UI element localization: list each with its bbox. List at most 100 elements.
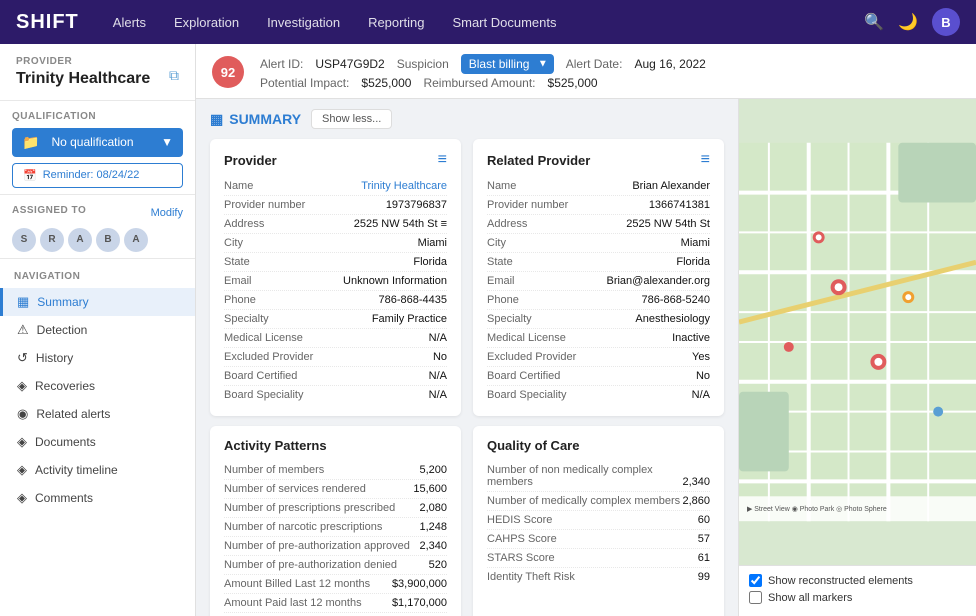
- dropdown-arrow-icon: ▼: [161, 135, 173, 149]
- provider-card-title: Provider ≡: [224, 151, 447, 169]
- related-provider-card-title: Related Provider ≡: [487, 151, 710, 169]
- provider-state-label: State: [224, 256, 250, 268]
- rp-specialty-value: Anesthesiology: [635, 313, 710, 325]
- show-all-markers-row: Show all markers: [749, 591, 966, 604]
- avatar-a2: A: [124, 228, 148, 252]
- reminder-button[interactable]: 📅 Reminder: 08/24/22: [12, 163, 183, 188]
- history-icon: ↺: [17, 350, 28, 366]
- related-alerts-icon: ◉: [17, 406, 28, 422]
- show-less-button[interactable]: Show less...: [311, 109, 392, 129]
- rp-excluded-value: Yes: [692, 351, 710, 363]
- provider-specialty-row: Specialty Family Practice: [224, 310, 447, 329]
- sidebar-item-label-summary: Summary: [37, 295, 88, 309]
- provider-phone-row: Phone 786-868-4435: [224, 291, 447, 310]
- related-provider-card: Related Provider ≡ Name Brian Alexander …: [473, 139, 724, 416]
- avatar-a1: A: [68, 228, 92, 252]
- suspicion-select[interactable]: Blast billing: [461, 54, 554, 74]
- sidebar-item-history[interactable]: ↺ History: [0, 344, 195, 372]
- rp-specialty-label: Specialty: [487, 313, 532, 325]
- search-button[interactable]: 🔍: [864, 12, 884, 32]
- provider-city-value: Miami: [418, 237, 447, 249]
- sidebar-item-label-recoveries: Recoveries: [35, 379, 95, 393]
- rp-medical-license-row: Medical License Inactive: [487, 329, 710, 348]
- sidebar: PROVIDER Trinity Healthcare ⧉ QUALIFICAT…: [0, 44, 196, 616]
- sidebar-item-summary[interactable]: ▦ Summary: [0, 288, 195, 316]
- provider-board-specialty-row: Board Speciality N/A: [224, 386, 447, 404]
- comments-icon: ◈: [17, 490, 27, 506]
- avatar-s: S: [12, 228, 36, 252]
- provider-number-label: Provider number: [224, 199, 305, 211]
- sidebar-item-documents[interactable]: ◈ Documents: [0, 428, 195, 456]
- copy-icon[interactable]: ⧉: [169, 67, 179, 84]
- user-avatar[interactable]: B: [932, 8, 960, 36]
- qualification-button[interactable]: 📁 No qualification ▼: [12, 128, 183, 157]
- provider-name-label: Name: [224, 180, 253, 192]
- nav-exploration[interactable]: Exploration: [172, 11, 241, 34]
- provider-address-label: Address: [224, 218, 264, 230]
- provider-board-specialty-label: Board Speciality: [224, 389, 304, 401]
- ap-narcotic-label: Number of narcotic prescriptions: [224, 521, 382, 533]
- alert-id-label: Alert ID:: [260, 57, 303, 71]
- rp-board-specialty-value: N/A: [692, 389, 710, 401]
- suspicion-wrapper: Blast billing ▼: [461, 54, 554, 74]
- sidebar-item-activity-timeline[interactable]: ◈ Activity timeline: [0, 456, 195, 484]
- modify-link[interactable]: Modify: [151, 207, 183, 219]
- navigation-section: NAVIGATION ▦ Summary ⚠ Detection ↺ Histo…: [0, 259, 195, 616]
- qual-btn-label: No qualification: [51, 135, 133, 149]
- provider-card-menu-button[interactable]: ≡: [438, 151, 447, 169]
- rp-number-label: Provider number: [487, 199, 568, 211]
- ap-services-row: Number of services rendered 15,600: [224, 480, 447, 499]
- provider-city-label: City: [224, 237, 243, 249]
- provider-number-value: 1973796837: [386, 199, 447, 211]
- sidebar-item-label-history: History: [36, 351, 73, 365]
- show-reconstructed-checkbox[interactable]: [749, 574, 762, 587]
- nav-smart-documents[interactable]: Smart Documents: [450, 11, 558, 34]
- show-reconstructed-row: Show reconstructed elements: [749, 574, 966, 587]
- related-provider-card-menu-button[interactable]: ≡: [701, 151, 710, 169]
- provider-name-value[interactable]: Trinity Healthcare: [361, 180, 447, 192]
- provider-section: PROVIDER Trinity Healthcare ⧉: [0, 44, 195, 101]
- nav-reporting[interactable]: Reporting: [366, 11, 426, 34]
- summary-icon-grid: ▦: [210, 111, 223, 128]
- show-all-markers-checkbox[interactable]: [749, 591, 762, 604]
- provider-specialty-label: Specialty: [224, 313, 269, 325]
- ap-services-value: 15,600: [413, 483, 447, 495]
- nav-investigation[interactable]: Investigation: [265, 11, 342, 34]
- main-layout: PROVIDER Trinity Healthcare ⧉ QUALIFICAT…: [0, 44, 976, 616]
- alert-row-top: Alert ID: USP47G9D2 Suspicion Blast bill…: [260, 54, 706, 74]
- svg-text:▶ Street View ◉ Photo Park ◎: ▶ Street View ◉ Photo Park ◎ Photo Spher…: [747, 506, 887, 513]
- activity-patterns-card: Activity Patterns Number of members 5,20…: [210, 426, 461, 616]
- sidebar-item-recoveries[interactable]: ◈ Recoveries: [0, 372, 195, 400]
- avatar-b: B: [96, 228, 120, 252]
- summary-header: ▦ SUMMARY Show less...: [210, 109, 724, 129]
- sidebar-item-detection[interactable]: ⚠ Detection: [0, 316, 195, 344]
- notifications-button[interactable]: 🌙: [898, 12, 918, 32]
- rp-email-value: Brian@alexander.org: [606, 275, 710, 287]
- top-cards-row: Provider ≡ Name Trinity Healthcare Provi…: [210, 139, 724, 416]
- provider-email-row: Email Unknown Information: [224, 272, 447, 291]
- sidebar-item-related-alerts[interactable]: ◉ Related alerts: [0, 400, 195, 428]
- qoc-identity-theft-value: 99: [698, 571, 710, 583]
- provider-address-value: 2525 NW 54th St ≡: [354, 218, 447, 230]
- ap-preauth-approved-row: Number of pre-authorization approved 2,3…: [224, 537, 447, 556]
- show-all-markers-label: Show all markers: [768, 592, 852, 604]
- ap-prescriptions-label: Number of prescriptions prescribed: [224, 502, 395, 514]
- reminder-label: Reminder: 08/24/22: [43, 169, 140, 181]
- provider-number-row: Provider number 1973796837: [224, 196, 447, 215]
- alert-header: 92 Alert ID: USP47G9D2 Suspicion Blast b…: [196, 44, 976, 99]
- ap-preauth-denied-row: Number of pre-authorization denied 520: [224, 556, 447, 575]
- map-container[interactable]: ▶ Street View ◉ Photo Park ◎ Photo Spher…: [739, 99, 976, 565]
- qualification-section: QUALIFICATION 📁 No qualification ▼ 📅 Rem…: [0, 101, 195, 195]
- rp-board-certified-label: Board Certified: [487, 370, 560, 382]
- provider-medical-license-row: Medical License N/A: [224, 329, 447, 348]
- ap-prescriptions-row: Number of prescriptions prescribed 2,080: [224, 499, 447, 518]
- provider-medical-license-label: Medical License: [224, 332, 303, 344]
- avatar-r: R: [40, 228, 64, 252]
- quality-of-care-title: Quality of Care: [487, 438, 710, 453]
- provider-card: Provider ≡ Name Trinity Healthcare Provi…: [210, 139, 461, 416]
- sidebar-item-comments[interactable]: ◈ Comments: [0, 484, 195, 512]
- summary-title: ▦ SUMMARY: [210, 111, 301, 128]
- alert-row-bottom: Potential Impact: $525,000 Reimbursed Am…: [260, 76, 706, 90]
- rp-address-row: Address 2525 NW 54th St: [487, 215, 710, 234]
- nav-alerts[interactable]: Alerts: [111, 11, 148, 34]
